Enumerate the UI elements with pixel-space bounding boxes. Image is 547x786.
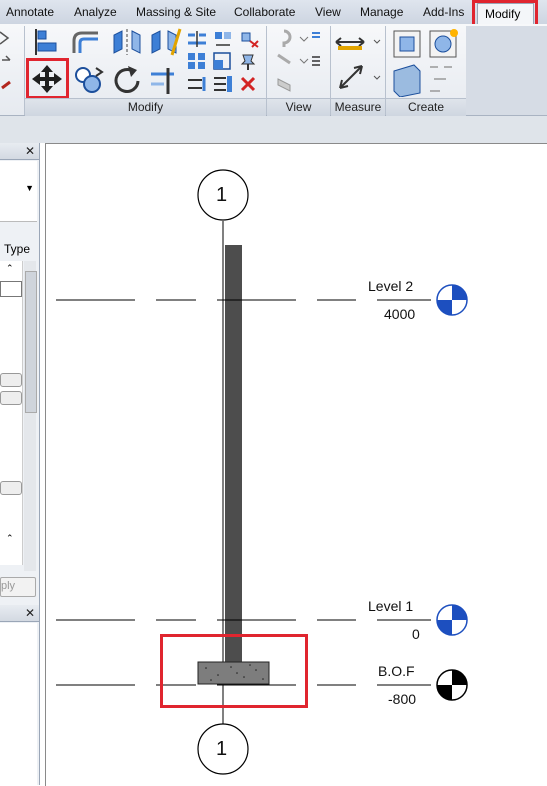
grid-label-bottom: 1	[216, 738, 228, 760]
collapse-up-icon[interactable]: ⌃	[6, 533, 14, 544]
trim-extend-icon[interactable]	[148, 64, 182, 96]
project-browser-header: ✕	[0, 605, 39, 622]
collapse-up-icon[interactable]: ⌃	[6, 263, 14, 274]
match-properties-icon[interactable]	[212, 74, 234, 94]
level-marker-2	[436, 284, 468, 316]
tab-manage[interactable]: Manage	[360, 5, 403, 19]
panel-label-modify: Modify	[25, 98, 266, 116]
rotate-icon[interactable]	[110, 64, 144, 96]
tab-analyze[interactable]: Analyze	[74, 5, 117, 19]
ribbon-tab-bar: Annotate Analyze Massing & Site Collabor…	[0, 0, 547, 29]
level-marker-bof	[436, 669, 468, 701]
drawing-area[interactable]: 1 1 Level 2 4000 Level 1 0 B.O.F -800	[45, 143, 547, 786]
view-panel-icons[interactable]	[272, 27, 322, 97]
tab-annotate[interactable]: Annotate	[6, 5, 54, 19]
properties-scrollbar[interactable]	[24, 261, 37, 571]
grid-label-top: 1	[216, 184, 228, 206]
measure-icons[interactable]	[334, 30, 382, 96]
copy-icon[interactable]	[72, 64, 106, 96]
panel-label-create: Create	[386, 98, 466, 116]
delete-icon[interactable]	[238, 74, 260, 94]
highlight-footing	[160, 634, 308, 708]
array-icon[interactable]	[186, 51, 208, 71]
mirror-pick-axis-icon[interactable]	[110, 27, 144, 57]
level-name: Level 1	[368, 598, 414, 614]
scale-icon[interactable]	[212, 51, 234, 71]
property-button[interactable]	[0, 391, 22, 405]
properties-header: ✕	[0, 143, 39, 160]
properties-palette: ✕ ▼ Type ⌃ ⌃ ply ✕	[0, 143, 40, 785]
pin-icon[interactable]	[238, 51, 260, 71]
align-icon[interactable]	[32, 27, 62, 57]
project-browser	[0, 623, 37, 785]
level-name: Level 2	[368, 278, 414, 294]
create-icons[interactable]	[390, 27, 464, 97]
apply-button[interactable]: ply	[0, 577, 36, 597]
level-name: B.O.F	[378, 663, 415, 679]
apply-button-label: ply	[1, 580, 16, 592]
mirror-draw-axis-icon[interactable]	[148, 27, 182, 57]
property-button[interactable]	[0, 481, 22, 495]
property-input[interactable]	[0, 281, 22, 297]
property-button[interactable]	[0, 373, 22, 387]
split-line-icon[interactable]	[186, 74, 208, 94]
property-rows: ⌃ ⌃	[0, 261, 23, 565]
panel-label-measure: Measure	[331, 98, 385, 116]
move-icon[interactable]	[31, 63, 64, 94]
level-elevation: 4000	[384, 306, 416, 322]
level-elevation: 0	[412, 626, 420, 642]
tab-massing-site[interactable]: Massing & Site	[136, 5, 216, 19]
tab-add-ins[interactable]: Add-Ins	[423, 5, 464, 19]
scrollbar-thumb[interactable]	[25, 271, 37, 413]
ribbon-empty-area	[466, 26, 547, 115]
partial-tool-icons[interactable]	[0, 30, 20, 90]
ribbon-panel-area: Modify View Measure Create	[0, 24, 547, 116]
level-marker-1	[436, 604, 468, 636]
close-icon[interactable]: ✕	[25, 144, 35, 158]
unpin-icon[interactable]	[238, 29, 260, 49]
column	[225, 245, 242, 665]
tab-view[interactable]: View	[315, 5, 341, 19]
options-bar	[0, 116, 547, 143]
panel-label-view: View	[267, 98, 330, 116]
close-icon[interactable]: ✕	[25, 606, 35, 620]
offset-icon[interactable]	[70, 27, 104, 57]
split-with-gap-icon[interactable]	[212, 29, 234, 49]
split-element-icon[interactable]	[186, 29, 208, 49]
level-elevation: -800	[388, 691, 417, 707]
type-label: Type	[4, 242, 31, 256]
tab-collaborate[interactable]: Collaborate	[234, 5, 295, 19]
chevron-down-icon: ▼	[25, 183, 34, 193]
type-selector[interactable]: ▼	[0, 161, 37, 222]
